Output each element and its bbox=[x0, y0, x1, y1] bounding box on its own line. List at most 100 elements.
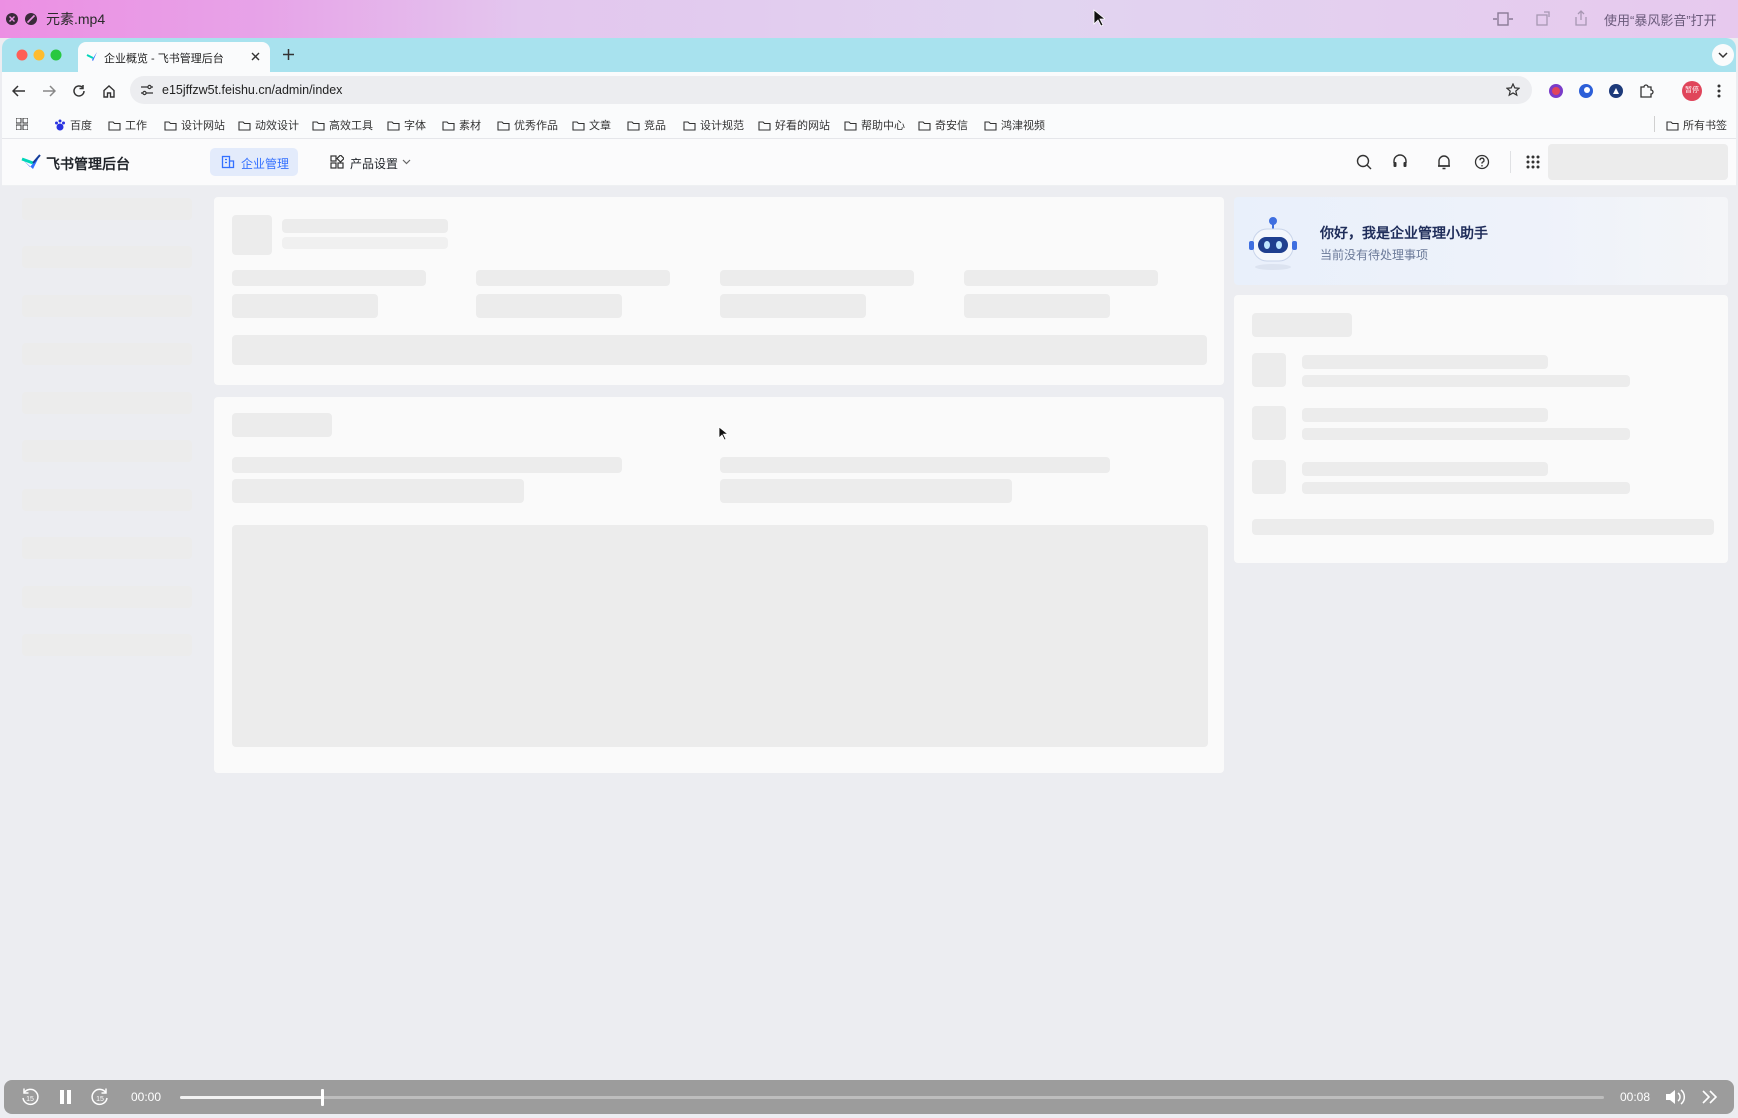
data-overview-card bbox=[214, 397, 1224, 773]
site-settings-icon[interactable] bbox=[140, 84, 154, 96]
bookmark-folder[interactable]: 鸿津视频 bbox=[984, 117, 1045, 133]
sidebar-item-placeholder bbox=[22, 198, 192, 220]
bookmark-folder[interactable]: 文章 bbox=[572, 117, 611, 133]
assistant-title: 你好，我是企业管理小助手 bbox=[1320, 225, 1488, 241]
todo-title-placeholder bbox=[1302, 408, 1548, 422]
volume-icon[interactable] bbox=[1664, 1088, 1686, 1106]
extension-drive-icon[interactable] bbox=[1608, 83, 1624, 99]
user-profile-placeholder[interactable] bbox=[1548, 144, 1728, 180]
stat-value-placeholder bbox=[476, 294, 622, 318]
todo-title-placeholder bbox=[1302, 355, 1548, 369]
address-bar[interactable]: e15jffzw5t.feishu.cn/admin/index bbox=[130, 76, 1532, 104]
back-arrow-icon[interactable] bbox=[12, 84, 26, 98]
assistant-card[interactable]: 你好，我是企业管理小助手 当前没有待处理事项 bbox=[1234, 197, 1728, 285]
bookmark-folder[interactable]: 工作 bbox=[108, 117, 147, 133]
forward-arrow-icon[interactable] bbox=[42, 84, 56, 98]
browser-toolbar: e15jffzw5t.feishu.cn/admin/index 暂停 bbox=[2, 72, 1736, 110]
folder-icon bbox=[572, 120, 585, 131]
all-bookmarks[interactable]: 所有书签 bbox=[1666, 117, 1727, 133]
apps-grid-icon[interactable] bbox=[1526, 155, 1540, 169]
stat-value-placeholder bbox=[720, 294, 866, 318]
profile-avatar[interactable]: 暂停 bbox=[1682, 81, 1702, 101]
bookmark-folder[interactable]: 设计规范 bbox=[683, 117, 744, 133]
rewind-15-icon[interactable]: 15 bbox=[20, 1087, 40, 1107]
bookmark-folder[interactable]: 素材 bbox=[442, 117, 481, 133]
progress-fill bbox=[180, 1096, 323, 1099]
product-grid-icon bbox=[330, 155, 344, 169]
tab-close-icon[interactable] bbox=[250, 51, 261, 62]
browser-tab-active[interactable]: 企业概览 - 飞书管理后台 bbox=[78, 42, 270, 72]
app-header: 飞书管理后台 企业管理 产品设置 bbox=[2, 139, 1736, 186]
sidebar-item-placeholder bbox=[22, 634, 192, 656]
search-icon[interactable] bbox=[1356, 154, 1372, 170]
bookmark-folder[interactable]: 帮助中心 bbox=[844, 117, 905, 133]
todo-desc-placeholder bbox=[1302, 375, 1630, 387]
nav-enterprise-management[interactable]: 企业管理 bbox=[210, 148, 298, 176]
bookmark-folder[interactable]: 字体 bbox=[387, 117, 426, 133]
enterprise-overview-card bbox=[214, 197, 1224, 385]
enterprise-logo-placeholder bbox=[232, 215, 272, 255]
bookmark-folder[interactable]: 设计网站 bbox=[164, 117, 225, 133]
window-minimize-button[interactable] bbox=[33, 49, 45, 61]
nav-product-settings[interactable]: 产品设置 bbox=[326, 148, 416, 176]
mouse-cursor-icon bbox=[1093, 9, 1105, 27]
metric-label-placeholder bbox=[232, 457, 622, 473]
rotate-icon[interactable] bbox=[1535, 11, 1551, 27]
folder-icon bbox=[683, 120, 696, 131]
share-icon[interactable] bbox=[1573, 10, 1589, 27]
folder-icon bbox=[1666, 120, 1679, 131]
new-tab-icon[interactable] bbox=[282, 48, 295, 61]
bookmark-folder[interactable]: 好看的网站 bbox=[758, 117, 830, 133]
robot-assistant-icon bbox=[1248, 215, 1298, 271]
bell-icon[interactable] bbox=[1436, 154, 1452, 170]
banner-placeholder bbox=[232, 335, 1207, 365]
customer-service-icon[interactable] bbox=[1392, 154, 1408, 170]
bookmark-folder[interactable]: 高效工具 bbox=[312, 117, 373, 133]
extension-blue-icon[interactable] bbox=[1578, 83, 1594, 99]
home-icon[interactable] bbox=[102, 84, 116, 98]
folder-icon bbox=[627, 120, 640, 131]
close-icon[interactable] bbox=[5, 12, 19, 26]
tab-search-button[interactable] bbox=[1712, 44, 1734, 66]
browser-menu-icon[interactable] bbox=[1716, 83, 1722, 99]
stat-label-placeholder bbox=[720, 270, 914, 286]
reload-icon[interactable] bbox=[72, 84, 86, 98]
stat-value-placeholder bbox=[232, 294, 378, 318]
section-title-placeholder bbox=[1252, 313, 1352, 337]
bookmarks-divider bbox=[1654, 116, 1655, 132]
folder-icon bbox=[918, 120, 931, 131]
chart-placeholder bbox=[232, 525, 1208, 747]
enterprise-subtitle-placeholder bbox=[282, 237, 448, 249]
sidebar-item-placeholder bbox=[22, 295, 192, 317]
apps-grid-icon[interactable] bbox=[16, 118, 28, 130]
open-with-button[interactable]: 使用“暴风影音”打开 bbox=[1604, 10, 1717, 29]
fast-forward-icon[interactable] bbox=[1702, 1090, 1718, 1104]
stat-label-placeholder bbox=[232, 270, 426, 286]
extensions-puzzle-icon[interactable] bbox=[1638, 83, 1654, 99]
metric-value-placeholder bbox=[232, 479, 524, 503]
folder-icon bbox=[108, 120, 121, 131]
bookmark-folder[interactable]: 优秀作品 bbox=[497, 117, 558, 133]
bookmarks-bar: 百度 工作 设计网站 动效设计 高效工具 字体 素材 优秀作品 文章 竞品 设计… bbox=[2, 110, 1736, 139]
bookmark-star-icon[interactable] bbox=[1506, 83, 1520, 97]
folder-icon bbox=[758, 120, 771, 131]
bookmark-folder[interactable]: 竞品 bbox=[627, 117, 666, 133]
nav-enterprise-label: 企业管理 bbox=[241, 157, 290, 171]
window-zoom-button[interactable] bbox=[50, 49, 62, 61]
sidebar-item-placeholder bbox=[22, 489, 192, 511]
extension-color-icon[interactable] bbox=[1548, 83, 1564, 99]
bookmark-folder[interactable]: 动效设计 bbox=[238, 117, 299, 133]
bookmark-baidu[interactable]: 百度 bbox=[54, 117, 92, 133]
pause-icon[interactable] bbox=[59, 1089, 73, 1105]
split-view-icon[interactable] bbox=[1492, 11, 1514, 27]
progress-track[interactable] bbox=[180, 1089, 1604, 1106]
help-icon[interactable] bbox=[1474, 154, 1490, 170]
forward-15-icon[interactable]: 15 bbox=[90, 1087, 110, 1107]
no-entry-icon[interactable] bbox=[24, 12, 38, 26]
bookmark-folder[interactable]: 奇安信 bbox=[918, 117, 968, 133]
browser-window: 企业概览 - 飞书管理后台 e15jffzw5t.feishu.cn/admin… bbox=[2, 38, 1736, 1079]
baidu-paw-icon bbox=[55, 119, 65, 131]
window-close-button[interactable] bbox=[16, 49, 28, 61]
progress-handle[interactable] bbox=[321, 1089, 325, 1106]
stat-label-placeholder bbox=[964, 270, 1158, 286]
